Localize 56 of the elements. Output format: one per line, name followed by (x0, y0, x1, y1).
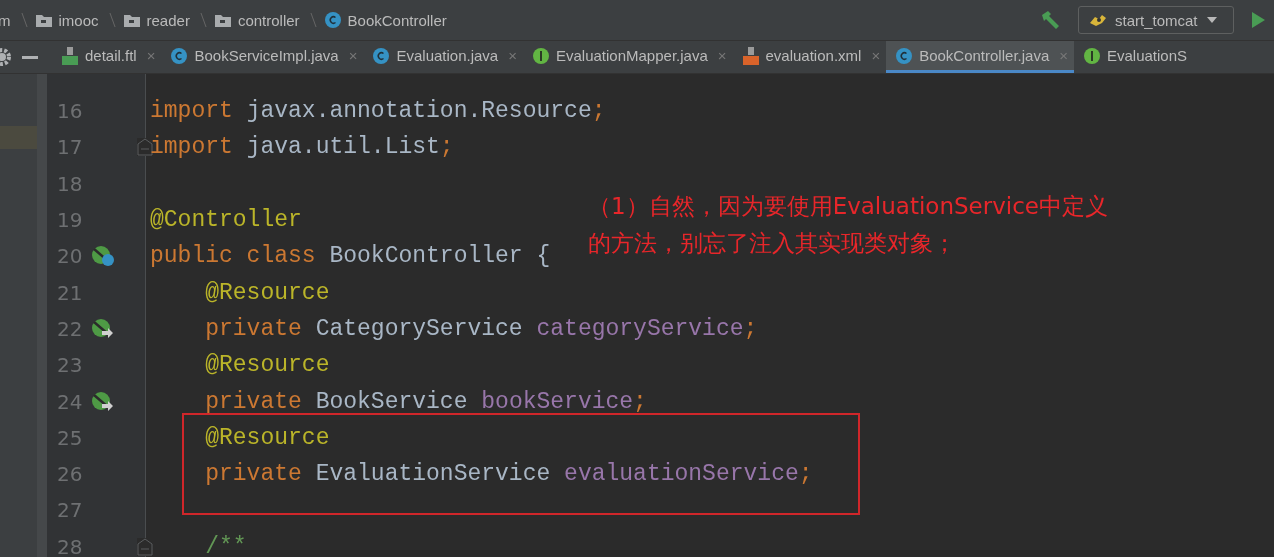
code-line: private CategoryService categoryService; (204, 315, 758, 342)
line-number: 23 (57, 353, 84, 378)
line-number: 17 (57, 135, 84, 160)
code-line: @Resource (204, 279, 330, 306)
settings-icon[interactable] (0, 48, 12, 66)
editor-tab[interactable]: Evaluation.java × (363, 41, 523, 73)
editor-tab[interactable]: BookServiceImpl.java × (161, 41, 364, 73)
editor-tab[interactable]: EvaluationS (1074, 41, 1194, 73)
line-number: 28 (57, 534, 84, 557)
editor-tab[interactable]: detail.ftl × (52, 41, 162, 73)
code-line: private EvaluationService evaluationService; (204, 461, 813, 488)
line-number: 27 (57, 498, 84, 523)
line-number: 22 (57, 316, 84, 341)
file-icon (61, 45, 79, 66)
annotation-text: 的方法，别忘了注入其实现类对象； (588, 229, 957, 258)
code-line: /** (204, 533, 247, 557)
class-icon (323, 11, 342, 29)
line-number: 18 (57, 171, 84, 196)
code-line: @Resource (204, 352, 330, 379)
line-number: 25 (57, 425, 84, 450)
line-number: 20 (57, 244, 84, 269)
code-line: @Resource (204, 424, 330, 451)
editor-tab[interactable]: BookController.java × (886, 41, 1074, 73)
class-icon (372, 46, 391, 65)
bean-icon[interactable] (91, 245, 115, 268)
interface-icon (1083, 46, 1101, 65)
file-icon (741, 45, 760, 66)
collapse-icon[interactable] (22, 55, 38, 59)
run-configuration-dropdown[interactable]: start_tomcat (1078, 6, 1234, 34)
folder-icon (34, 12, 53, 28)
annotation-text: （1）自然，因为要使用EvaluationService中定义 (588, 192, 1108, 221)
class-icon (170, 46, 189, 65)
line-number: 26 (57, 462, 84, 487)
code-line: @Controller (150, 207, 302, 234)
bean-icon[interactable] (91, 390, 115, 413)
line-number: 21 (57, 280, 84, 305)
breadcrumb-item[interactable]: reader (146, 11, 190, 29)
breadcrumb-item[interactable]: BookController (347, 11, 447, 29)
caret-icon (1205, 16, 1218, 24)
bean-icon[interactable] (91, 317, 115, 340)
line-number: 16 (57, 99, 84, 124)
code-line: private BookService bookService; (204, 388, 647, 415)
interface-icon (531, 46, 550, 65)
editor-tab[interactable]: evaluation.xml × (732, 41, 887, 73)
line-number: 24 (57, 389, 84, 414)
run-icon[interactable] (1250, 11, 1266, 29)
code-line: import java.util.List; (150, 134, 454, 161)
breadcrumb-item[interactable]: imooc (58, 11, 99, 29)
code-line: public class BookController { (150, 243, 551, 270)
editor-tab[interactable]: EvaluationMapper.java × (522, 41, 733, 73)
folder-icon (122, 12, 141, 28)
class-icon (895, 46, 914, 65)
line-number: 19 (57, 208, 84, 233)
breadcrumb-item[interactable]: controller (237, 11, 300, 29)
folder-icon (213, 12, 232, 28)
code-line: import javax.annotation.Resource; (150, 98, 606, 125)
